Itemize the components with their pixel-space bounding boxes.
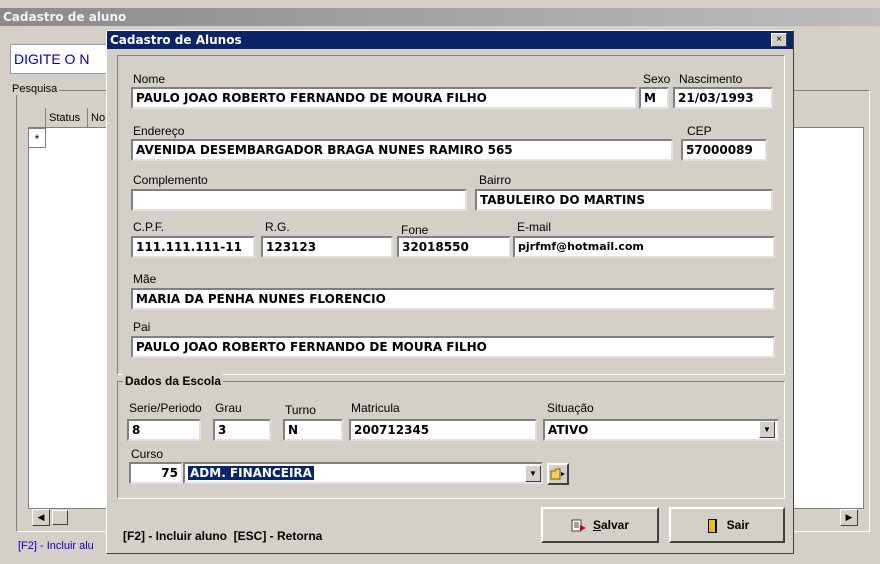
- matricula-label: Matricula: [351, 401, 400, 415]
- salvar-button[interactable]: Salvar: [541, 507, 659, 543]
- email-field[interactable]: pjrfmf@hotmail.com: [513, 236, 775, 258]
- exit-door-icon: [707, 518, 717, 533]
- dialog-title: Cadastro de Alunos: [107, 31, 793, 49]
- situacao-label: Situação: [547, 401, 594, 415]
- turno-label: Turno: [285, 403, 316, 417]
- grau-label: Grau: [215, 401, 242, 415]
- rg-label: R.G.: [265, 220, 290, 234]
- endereco-field[interactable]: AVENIDA DESEMBARGADOR BRAGA NUNES RAMIRO…: [131, 139, 673, 161]
- cpf-label: C.P.F.: [133, 220, 165, 234]
- situacao-value: ATIVO: [548, 423, 589, 437]
- cep-field[interactable]: 57000089: [681, 139, 767, 161]
- turno-field[interactable]: N: [283, 419, 343, 441]
- grid-header-indicator: [28, 108, 46, 128]
- rg-field[interactable]: 123123: [261, 236, 393, 258]
- curso-label: Curso: [131, 447, 164, 461]
- email-label: E-mail: [517, 220, 552, 234]
- folder-pointer-icon: [550, 468, 565, 480]
- complemento-label: Complemento: [133, 173, 208, 187]
- parent-status-hint: [F2] - Incluir alu: [18, 540, 94, 552]
- curso-dropdown-arrow-icon[interactable]: ▼: [525, 465, 541, 482]
- salvar-mnemonic: S: [592, 518, 601, 532]
- save-icon: [571, 519, 586, 532]
- cadastro-alunos-dialog: Cadastro de Alunos × Nome PAULO JOAO ROB…: [106, 30, 794, 554]
- matricula-field[interactable]: 200712345: [349, 419, 537, 441]
- bairro-label: Bairro: [479, 173, 512, 187]
- curso-lookup-button[interactable]: [547, 463, 569, 485]
- sair-button[interactable]: Sair: [669, 507, 785, 543]
- nascimento-field[interactable]: 21/03/1993: [673, 87, 773, 109]
- complemento-field[interactable]: [131, 189, 467, 211]
- grid-new-row-marker: *: [28, 128, 46, 148]
- salvar-label: alvar: [600, 518, 630, 532]
- pai-label: Pai: [133, 320, 151, 334]
- endereco-label: Endereço: [133, 124, 185, 138]
- situacao-dropdown-arrow-icon[interactable]: ▼: [759, 421, 775, 438]
- serie-label: Serie/Periodo: [129, 401, 202, 415]
- parent-group-label: Pesquisa: [10, 83, 60, 95]
- parent-window-title: Cadastro de aluno: [0, 8, 880, 26]
- dados-escola-title: Dados da Escola: [123, 374, 224, 388]
- sair-label: Sair: [726, 518, 750, 532]
- sexo-field[interactable]: M: [639, 87, 669, 109]
- situacao-select[interactable]: ATIVO: [543, 419, 779, 441]
- curso-select[interactable]: ADM. FINANCEIRA: [183, 462, 543, 484]
- sexo-label: Sexo: [643, 72, 671, 86]
- mae-label: Mãe: [133, 272, 157, 286]
- cep-label: CEP: [687, 124, 712, 138]
- keyboard-hint: [F2] - Incluir aluno [ESC] - Retorna: [123, 529, 323, 543]
- curso-selected-value: ADM. FINANCEIRA: [188, 466, 314, 480]
- serie-field[interactable]: 8: [127, 419, 201, 441]
- bairro-field[interactable]: TABULEIRO DO MARTINS: [475, 189, 773, 211]
- scroll-thumb[interactable]: [52, 510, 68, 525]
- mae-field[interactable]: MARIA DA PENHA NUNES FLORENCIO: [131, 288, 775, 310]
- curso-code-field[interactable]: 75: [129, 462, 183, 484]
- scroll-right-button[interactable]: ▶: [840, 509, 858, 526]
- grid-header-status[interactable]: Status: [46, 108, 88, 128]
- scroll-left-button[interactable]: ◀: [32, 509, 50, 526]
- cpf-field[interactable]: 111.111.111-11: [131, 236, 255, 258]
- close-icon[interactable]: ×: [771, 33, 787, 47]
- grau-field[interactable]: 3: [213, 419, 271, 441]
- pai-field[interactable]: PAULO JOAO ROBERTO FERNANDO DE MOURA FIL…: [131, 336, 775, 358]
- nome-field[interactable]: PAULO JOAO ROBERTO FERNANDO DE MOURA FIL…: [131, 87, 637, 109]
- fone-label: Fone: [401, 223, 429, 237]
- fone-field[interactable]: 32018550: [397, 236, 511, 258]
- nome-label: Nome: [133, 72, 166, 86]
- nascimento-label: Nascimento: [679, 72, 743, 86]
